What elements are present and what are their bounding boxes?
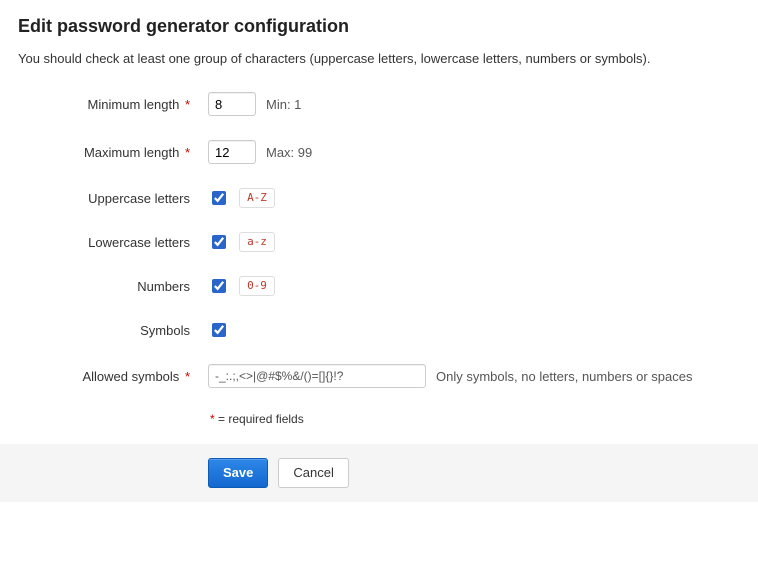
allowed-symbols-field: Only symbols, no letters, numbers or spa…: [208, 364, 693, 388]
row-uppercase: Uppercase letters A-Z: [18, 188, 740, 208]
numbers-checkbox[interactable]: [212, 279, 226, 293]
uppercase-badge: A-Z: [239, 188, 275, 208]
min-length-label-wrap: Minimum length *: [18, 97, 194, 112]
numbers-field: 0-9: [208, 276, 275, 296]
row-lowercase: Lowercase letters a-z: [18, 232, 740, 252]
page-title: Edit password generator configuration: [18, 16, 740, 37]
uppercase-checkbox[interactable]: [212, 191, 226, 205]
max-length-field: Max: 99: [208, 140, 312, 164]
symbols-field: [208, 320, 229, 340]
lowercase-label: Lowercase letters: [18, 235, 194, 250]
lowercase-checkbox[interactable]: [212, 235, 226, 249]
max-length-label: Maximum length: [84, 145, 179, 160]
symbols-label: Symbols: [18, 323, 194, 338]
symbols-checkbox[interactable]: [212, 323, 226, 337]
required-asterisk: *: [185, 369, 190, 384]
lowercase-field: a-z: [208, 232, 275, 252]
cancel-button[interactable]: Cancel: [278, 458, 348, 488]
required-asterisk: *: [185, 145, 190, 160]
required-note-text: = required fields: [218, 412, 304, 426]
uppercase-field: A-Z: [208, 188, 275, 208]
numbers-badge: 0-9: [239, 276, 275, 296]
actions-bar: Save Cancel: [0, 444, 758, 502]
intro-text: You should check at least one group of c…: [18, 51, 740, 66]
lowercase-badge: a-z: [239, 232, 275, 252]
required-note-row: * = required fields: [18, 412, 740, 426]
min-length-label: Minimum length: [88, 97, 180, 112]
row-symbols: Symbols: [18, 320, 740, 340]
required-note: * = required fields: [208, 412, 740, 426]
max-length-hint: Max: 99: [266, 145, 312, 160]
row-min-length: Minimum length * Min: 1: [18, 92, 740, 116]
min-length-hint: Min: 1: [266, 97, 301, 112]
required-asterisk: *: [185, 97, 190, 112]
allowed-symbols-label: Allowed symbols: [82, 369, 179, 384]
uppercase-label: Uppercase letters: [18, 191, 194, 206]
required-asterisk: *: [210, 412, 215, 426]
min-length-input[interactable]: [208, 92, 256, 116]
allowed-symbols-label-wrap: Allowed symbols *: [18, 369, 194, 384]
numbers-label: Numbers: [18, 279, 194, 294]
row-max-length: Maximum length * Max: 99: [18, 140, 740, 164]
page: Edit password generator configuration Yo…: [0, 0, 758, 526]
min-length-field: Min: 1: [208, 92, 301, 116]
row-allowed-symbols: Allowed symbols * Only symbols, no lette…: [18, 364, 740, 388]
allowed-symbols-input[interactable]: [208, 364, 426, 388]
max-length-input[interactable]: [208, 140, 256, 164]
allowed-symbols-hint: Only symbols, no letters, numbers or spa…: [436, 369, 693, 384]
row-numbers: Numbers 0-9: [18, 276, 740, 296]
max-length-label-wrap: Maximum length *: [18, 145, 194, 160]
save-button[interactable]: Save: [208, 458, 268, 488]
